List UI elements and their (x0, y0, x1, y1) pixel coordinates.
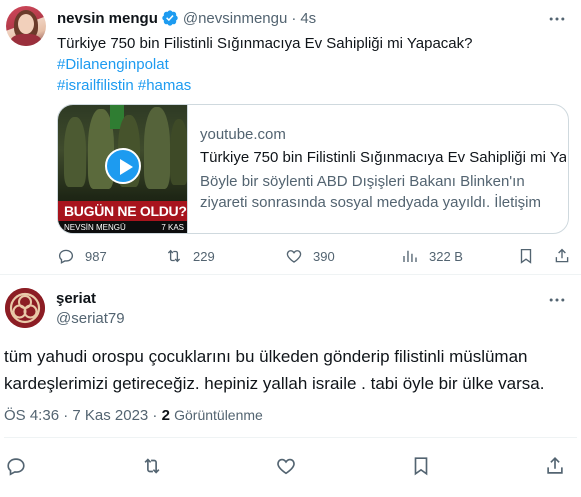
reply-timestamp[interactable]: ÖS 4:36 · 7 Kas 2023 · (4, 407, 157, 424)
reply-views-label: Görüntülenme (174, 407, 263, 423)
views-icon (403, 250, 417, 262)
more-icon[interactable] (547, 9, 567, 29)
like-button[interactable]: 390 (285, 244, 335, 268)
reply-meta: ÖS 4:36 · 7 Kas 2023 · 2 Görüntülenme (4, 407, 263, 424)
reply-author-handle[interactable]: @seriat79 (56, 310, 125, 327)
card-domain: youtube.com (200, 126, 286, 143)
views-button[interactable]: 322 B (401, 244, 463, 268)
views-count: 322 B (429, 248, 463, 264)
retweet-button[interactable] (141, 455, 165, 479)
reply-text-line: tüm yahudi orospu çocuklarını bu ülkeden… (4, 347, 528, 366)
quoted-tweet[interactable]: nevsin mengu @nevsinmengu · 4s Türkiye 7… (0, 0, 581, 275)
retweet-icon (167, 249, 181, 263)
reply-icon (7, 458, 25, 476)
bookmark-button[interactable] (410, 455, 434, 479)
quoted-tweet-text: Türkiye 750 bin Filistinli Sığınmacıya E… (57, 33, 567, 96)
separator-dot: · (291, 9, 297, 27)
like-count: 390 (313, 248, 335, 264)
share-button[interactable] (553, 244, 581, 268)
reply-count: 987 (85, 248, 107, 264)
share-icon (555, 248, 569, 263)
quoted-author-avatar[interactable] (6, 6, 46, 46)
quoted-tweet-actions: 987 229 390 322 B (57, 244, 571, 268)
card-description-line: ziyareti sonrasında sosyal medyada yayıl… (200, 194, 541, 211)
play-icon[interactable] (105, 148, 141, 184)
thumbnail-sub-right: 7 KAS (161, 223, 184, 232)
reply-views-count: 2 (161, 407, 170, 424)
thumbnail-banner: BUGÜN NE OLDU? (58, 201, 187, 221)
reply-icon (58, 249, 74, 264)
hashtag-link[interactable]: #israilfilistin (57, 77, 134, 94)
verified-badge-icon (162, 10, 178, 26)
card-title: Türkiye 750 bin Filistinli Sığınmacıya E… (200, 149, 566, 166)
like-icon (277, 458, 295, 475)
retweet-button[interactable]: 229 (165, 244, 215, 268)
more-icon[interactable] (547, 290, 567, 310)
reply-button[interactable]: 987 (57, 244, 107, 268)
retweet-icon (144, 458, 160, 474)
card-description: Böyle bir söylenti ABD Dışişleri Bakanı … (200, 171, 562, 213)
thumbnail-subbar: NEVSİN MENGÜ 7 KAS (58, 221, 187, 233)
divider (4, 437, 577, 438)
reply-author-name[interactable]: şeriat (56, 290, 96, 307)
video-thumbnail[interactable]: BUGÜN NE OLDU? NEVSİN MENGÜ 7 KAS (58, 105, 188, 233)
quoted-tweet-time[interactable]: 4s (300, 10, 316, 27)
retweet-count: 229 (193, 248, 215, 264)
reply-author-avatar[interactable] (5, 288, 45, 328)
like-icon (286, 250, 302, 263)
reply-button[interactable] (5, 455, 29, 479)
bookmark-icon (414, 457, 428, 476)
seal-logo-icon (5, 288, 45, 328)
share-icon (547, 457, 563, 474)
bookmark-button[interactable] (517, 244, 545, 268)
quoted-tweet-text-line: Türkiye 750 bin Filistinli Sığınmacıya E… (57, 35, 473, 52)
link-preview-card[interactable]: BUGÜN NE OLDU? NEVSİN MENGÜ 7 KAS youtub… (57, 104, 569, 234)
reply-text-line: kardeşlerimizi getireceğiz. hepiniz yall… (4, 374, 545, 393)
quoted-author-handle[interactable]: @nevsinmengu (183, 10, 287, 27)
hashtag-link[interactable]: #Dilanenginpolat (57, 56, 169, 73)
bookmark-icon (520, 248, 532, 264)
like-button[interactable] (275, 455, 299, 479)
thumbnail-sub-left: NEVSİN MENGÜ (64, 223, 126, 232)
reply-tweet-text: tüm yahudi orospu çocuklarını bu ülkeden… (4, 343, 574, 397)
share-button[interactable] (544, 455, 568, 479)
quoted-tweet-header: nevsin mengu @nevsinmengu · 4s (57, 9, 316, 27)
hashtag-link[interactable]: #hamas (138, 77, 191, 94)
card-description-line: Böyle bir söylenti ABD Dışişleri Bakanı … (200, 173, 525, 190)
quoted-author-name[interactable]: nevsin mengu (57, 10, 158, 27)
